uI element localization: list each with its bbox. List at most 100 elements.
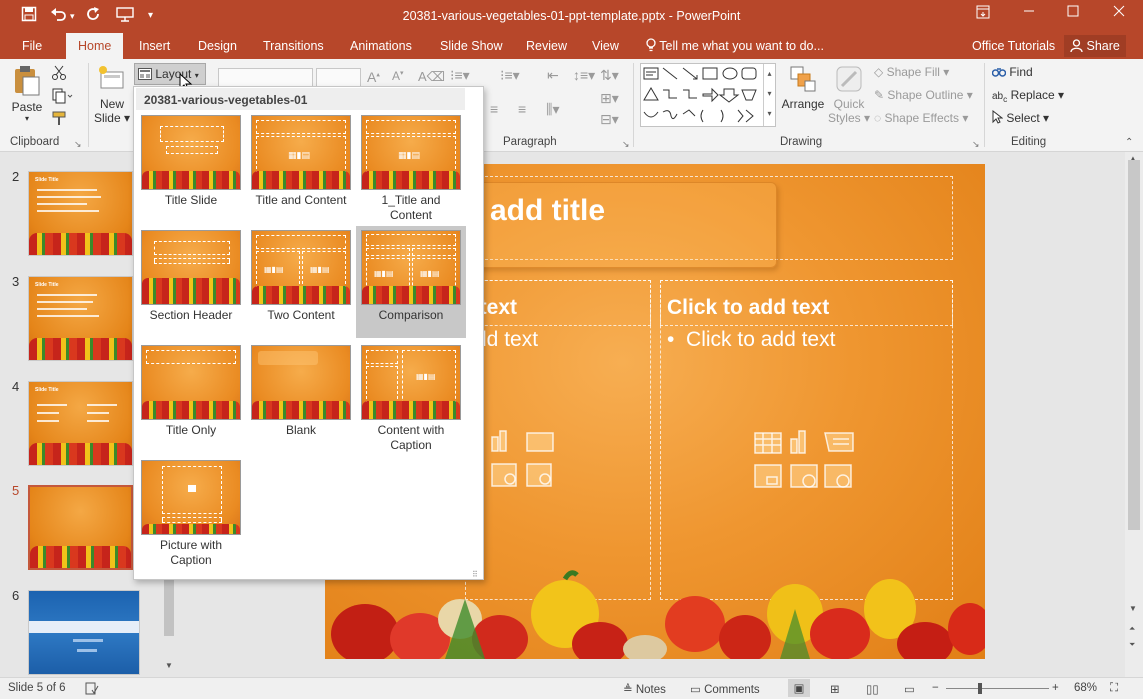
shape-outline-button[interactable]: ✎ Shape Outline ▾ bbox=[874, 88, 973, 102]
slide-title[interactable]: add title bbox=[490, 194, 605, 228]
tab-animations[interactable]: Animations bbox=[350, 39, 412, 53]
layout-button[interactable]: Layout ▾ bbox=[134, 63, 206, 85]
tab-file[interactable]: File bbox=[22, 39, 42, 53]
text-direction-icon[interactable]: ⇅▾ bbox=[600, 67, 619, 84]
comments-button[interactable]: ▭ Comments bbox=[690, 682, 760, 696]
scroll-down-icon[interactable]: ▼ bbox=[165, 661, 173, 670]
select-button[interactable]: Select ▾ bbox=[992, 109, 1049, 125]
insert-content-icons-left[interactable] bbox=[490, 429, 560, 499]
content-icons: ▦▮▤ bbox=[416, 372, 436, 381]
slide-thumbnail-3[interactable]: Slide Title bbox=[28, 276, 133, 361]
spelling-icon[interactable] bbox=[85, 682, 99, 698]
tab-home[interactable]: Home bbox=[66, 33, 124, 59]
account-name[interactable]: Office Tutorials bbox=[972, 39, 1055, 53]
slide-thumbnail-6[interactable] bbox=[28, 590, 140, 675]
tab-view[interactable]: View bbox=[592, 39, 619, 53]
zoom-slider-thumb[interactable] bbox=[978, 683, 982, 694]
shape-fill-button[interactable]: ◇ Shape Fill ▾ bbox=[874, 65, 949, 79]
bullets-icon[interactable]: ⁝≡▾ bbox=[450, 67, 470, 84]
thumbnails-scroll-thumb[interactable] bbox=[164, 576, 174, 636]
layout-title-slide[interactable]: Title Slide bbox=[136, 111, 246, 223]
find-button[interactable]: Find bbox=[991, 65, 1033, 79]
right-header-text[interactable]: Click to add text bbox=[667, 296, 829, 320]
justify-icon[interactable]: ≡ bbox=[518, 101, 526, 117]
collapse-ribbon-icon[interactable]: ⌃ bbox=[1125, 137, 1133, 148]
insert-content-icons-right[interactable] bbox=[753, 429, 861, 499]
shapes-gallery[interactable]: ▴ ▾ ▾ bbox=[640, 63, 776, 127]
zoom-level[interactable]: 68% bbox=[1074, 682, 1097, 694]
ribbon-separator bbox=[984, 63, 985, 147]
paste-button[interactable]: Paste ▾ bbox=[10, 65, 44, 123]
columns-icon[interactable]: ⫼▾ bbox=[546, 101, 559, 118]
right-body-text[interactable]: • Click to add text bbox=[667, 328, 835, 352]
replace-button[interactable]: abc Replace ▾ bbox=[992, 88, 1064, 104]
layout-title-only[interactable]: Title Only bbox=[136, 341, 246, 453]
align-text-icon[interactable]: ⊞▾ bbox=[600, 90, 619, 107]
slide-thumbnail-5[interactable] bbox=[28, 485, 133, 570]
layout-picture-with-caption[interactable]: Picture with Caption bbox=[136, 456, 246, 568]
tell-me-search[interactable]: Tell me what you want to do... bbox=[646, 38, 824, 53]
reading-view-icon[interactable]: ▯▯ bbox=[866, 682, 879, 696]
clipboard-launcher-icon[interactable]: ↘ bbox=[74, 139, 82, 150]
fit-slide-icon[interactable]: ⛶ bbox=[1110, 682, 1118, 695]
previous-slide-icon[interactable]: ⏶ bbox=[1129, 624, 1135, 634]
next-slide-icon[interactable]: ⏷ bbox=[1129, 640, 1135, 650]
slide-thumbnail-4[interactable]: Slide Title bbox=[28, 381, 133, 466]
tab-slide-show[interactable]: Slide Show bbox=[440, 39, 503, 53]
decrease-indent-icon[interactable]: ⇤ bbox=[547, 67, 559, 84]
ribbon-separator bbox=[88, 63, 89, 147]
tab-review[interactable]: Review bbox=[526, 39, 567, 53]
resize-grip-icon[interactable]: ⠿ bbox=[472, 570, 478, 579]
copy-icon[interactable] bbox=[51, 88, 73, 107]
layout-section-header[interactable]: Section Header bbox=[136, 226, 246, 338]
layout-title-and-content[interactable]: ▦▮▤ Title and Content bbox=[246, 111, 356, 223]
slide-thumbnail-2[interactable]: Slide Title bbox=[28, 171, 133, 256]
layout-comparison[interactable]: ▦▮▤ ▦▮▤ Comparison bbox=[356, 226, 466, 338]
numbering-icon[interactable]: ⁝≡▾ bbox=[500, 67, 520, 84]
clear-formatting-icon[interactable]: A⌫ bbox=[418, 69, 445, 85]
shape-effects-button[interactable]: ◌ Shape Effects ▾ bbox=[874, 111, 968, 125]
quick-styles-button[interactable]: Quick Styles ▾ bbox=[827, 64, 871, 125]
slide-show-icon[interactable]: ▭ bbox=[904, 682, 915, 696]
shapes-gallery-scroll[interactable]: ▴ ▾ ▾ bbox=[763, 64, 775, 126]
font-size-combo[interactable] bbox=[316, 68, 361, 87]
font-name-combo[interactable] bbox=[218, 68, 313, 87]
share-button[interactable]: Share bbox=[1064, 35, 1126, 57]
slide-scroll-thumb[interactable] bbox=[1128, 160, 1140, 530]
layout-content-with-caption[interactable]: ▦▮▤ Content with Caption bbox=[356, 341, 466, 453]
align-center-icon[interactable]: ≡ bbox=[490, 101, 498, 117]
layout-placeholder bbox=[154, 258, 230, 264]
line-spacing-icon[interactable]: ↕≡▾ bbox=[573, 67, 595, 84]
restore-icon[interactable] bbox=[1061, 4, 1085, 26]
layout-two-content[interactable]: ▦▮▤ ▦▮▤ Two Content bbox=[246, 226, 356, 338]
scroll-down-icon[interactable]: ▼ bbox=[1129, 604, 1137, 613]
left-body-text[interactable]: dd text bbox=[475, 328, 538, 352]
decrease-font-icon[interactable]: A▾ bbox=[392, 69, 404, 83]
slide-scrollbar[interactable]: ▲ ▼ ⏶ ⏷ bbox=[1125, 152, 1143, 677]
zoom-in-icon[interactable]: + bbox=[1052, 682, 1059, 694]
layout-1-title-and-content[interactable]: ▦▮▤ 1_Title and Content bbox=[356, 111, 466, 223]
smartart-icon[interactable]: ⊟▾ bbox=[600, 111, 619, 128]
new-slide-button[interactable]: New Slide ▾ bbox=[93, 64, 131, 125]
slide-sorter-icon[interactable]: ⊞ bbox=[830, 682, 840, 696]
tab-design[interactable]: Design bbox=[198, 39, 237, 53]
minimize-icon[interactable] bbox=[1017, 4, 1041, 26]
zoom-slider-track[interactable] bbox=[946, 688, 1049, 689]
zoom-out-icon[interactable]: − bbox=[932, 682, 939, 694]
cut-icon[interactable] bbox=[51, 65, 67, 84]
paragraph-launcher-icon[interactable]: ↘ bbox=[622, 139, 630, 150]
format-painter-icon[interactable] bbox=[51, 111, 67, 130]
content-icons: ▦▮▤ bbox=[264, 265, 284, 274]
paste-dropdown-icon: ▾ bbox=[24, 114, 29, 123]
close-icon[interactable] bbox=[1107, 4, 1131, 26]
arrange-icon bbox=[788, 66, 818, 97]
ribbon-display-icon[interactable] bbox=[971, 4, 995, 26]
arrange-button[interactable]: Arrange bbox=[780, 64, 826, 111]
drawing-launcher-icon[interactable]: ↘ bbox=[972, 139, 980, 150]
notes-button[interactable]: ≜ Notes bbox=[623, 682, 666, 696]
increase-font-icon[interactable]: A▴ bbox=[367, 69, 380, 85]
normal-view-icon[interactable]: ▣ bbox=[788, 679, 810, 697]
tab-insert[interactable]: Insert bbox=[139, 39, 170, 53]
layout-blank[interactable]: Blank bbox=[246, 341, 356, 453]
tab-transitions[interactable]: Transitions bbox=[263, 39, 324, 53]
